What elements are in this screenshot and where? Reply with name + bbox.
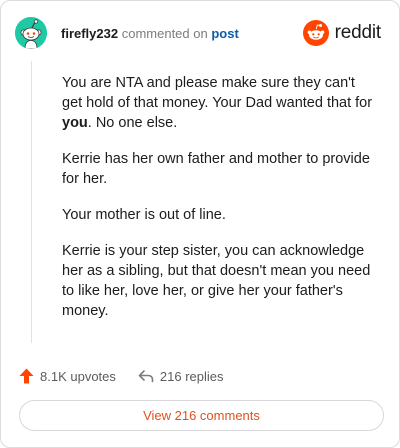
- reddit-logo-icon: [302, 20, 329, 46]
- upvote-button[interactable]: 8.1K upvotes: [19, 368, 116, 384]
- post-link[interactable]: post: [211, 26, 238, 41]
- username-link[interactable]: firefly232: [61, 26, 118, 41]
- comment-card: firefly232 commented on post reddit You …: [0, 0, 400, 448]
- comment-paragraph: Kerrie is your step sister, you can ackn…: [62, 243, 371, 319]
- upvote-count: 8.1K upvotes: [40, 368, 116, 384]
- reddit-wordmark: reddit: [334, 22, 382, 43]
- reply-arrow-icon: [138, 370, 154, 383]
- reddit-logo[interactable]: reddit: [302, 19, 382, 47]
- thread-line: [31, 61, 32, 343]
- comment-paragraph: Your mother is out of line.: [62, 207, 226, 223]
- reply-count: 216 replies: [159, 368, 224, 384]
- comment-stats: 8.1K upvotes 216 replies: [19, 366, 224, 386]
- view-comments-button[interactable]: View 216 comments: [19, 400, 384, 431]
- action-text: commented on: [121, 26, 208, 41]
- comment-paragraph: You are NTA and please make sure they ca…: [62, 75, 373, 131]
- emphasis-text: you: [62, 115, 88, 131]
- comment-paragraph: Kerrie has her own father and mother to …: [62, 151, 370, 187]
- user-avatar[interactable]: [15, 17, 47, 49]
- comment-header: firefly232 commented on post: [61, 27, 239, 41]
- upvote-arrow-icon: [19, 368, 34, 384]
- snoo-avatar-icon: [15, 17, 47, 49]
- reply-button[interactable]: 216 replies: [138, 369, 224, 384]
- comment-body: You are NTA and please make sure they ca…: [62, 73, 374, 337]
